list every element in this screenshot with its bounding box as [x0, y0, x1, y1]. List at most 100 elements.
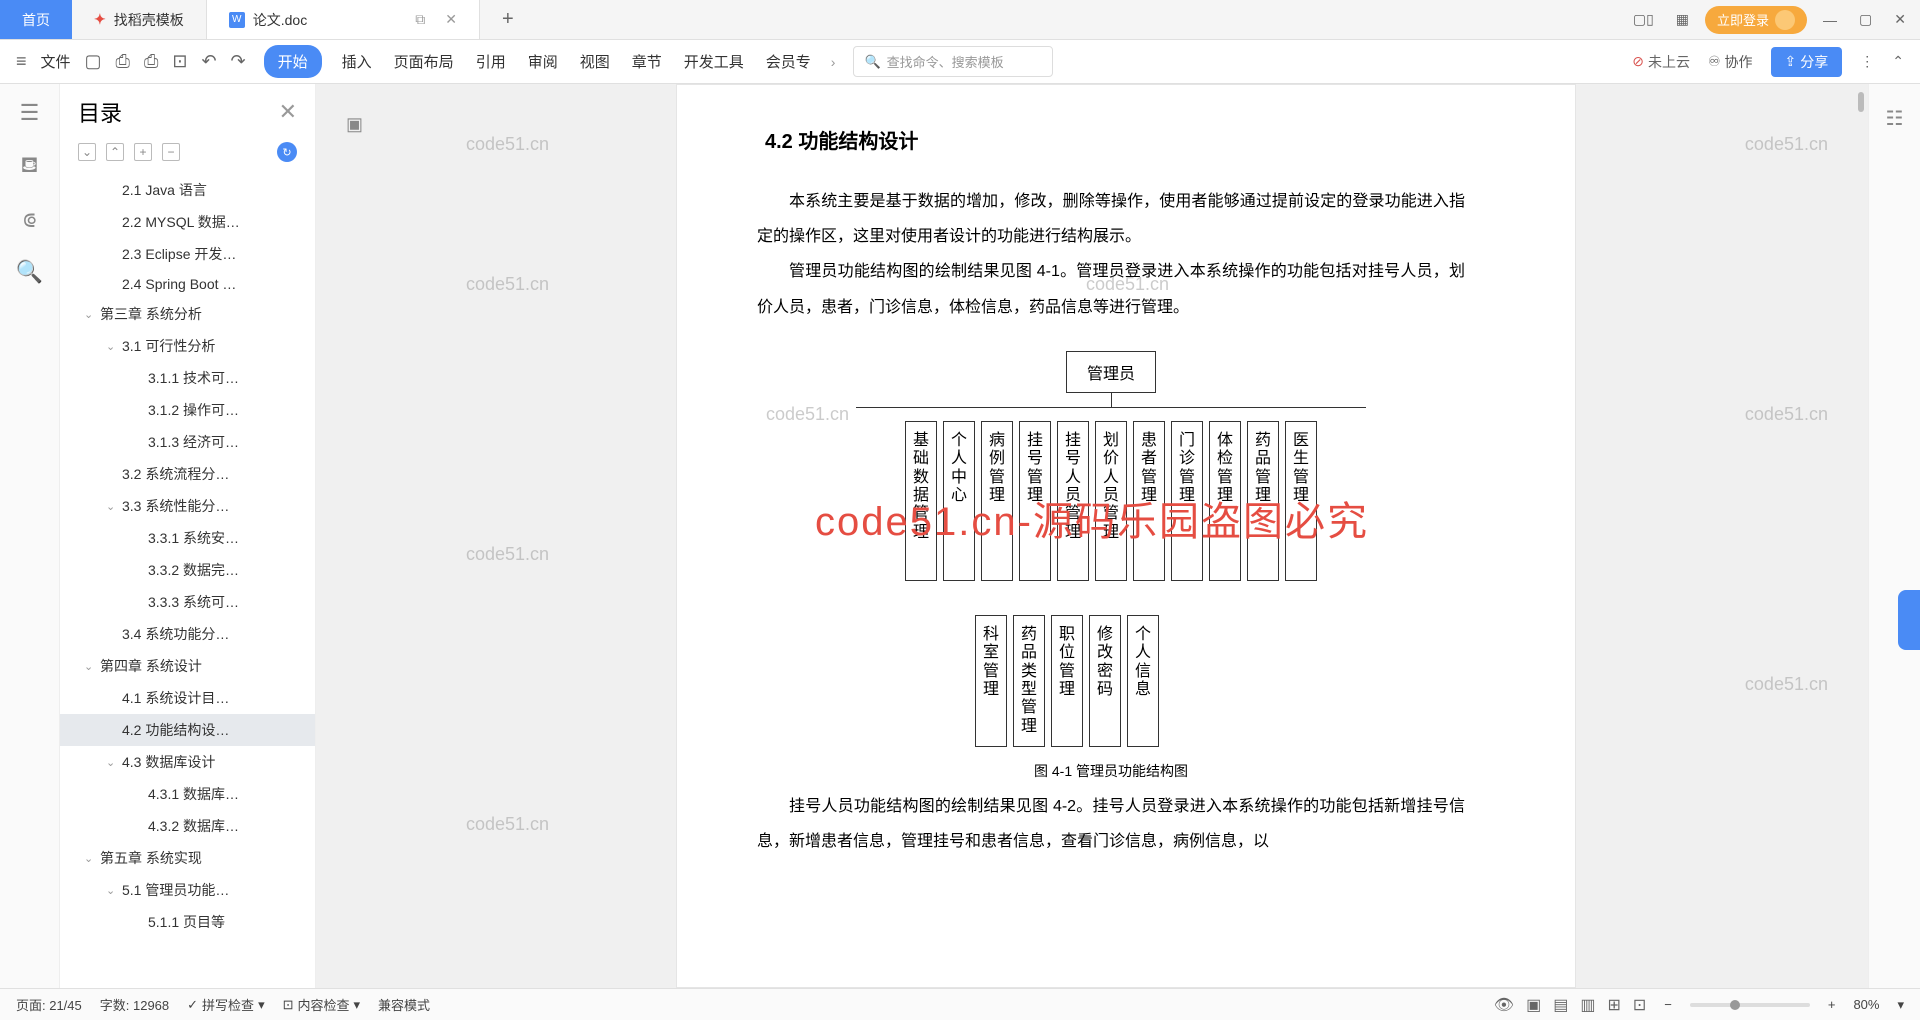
ribbon-tab-member[interactable]: 会员专	[764, 45, 813, 78]
view-print-icon[interactable]: ▤	[1553, 995, 1568, 1015]
flag-icon[interactable]: ⟃	[23, 207, 36, 233]
outline-item[interactable]: ⌄第五章 系统实现	[60, 842, 315, 874]
tab-template[interactable]: ✦ 找稻壳模板	[72, 0, 207, 39]
tab-document[interactable]: W 论文.doc ⧉ ✕	[207, 0, 480, 39]
outline-item[interactable]: ⌄3.3 系统性能分…	[60, 490, 315, 522]
zoom-slider[interactable]	[1690, 1003, 1810, 1007]
scroll-thumb[interactable]	[1858, 92, 1864, 112]
ribbon-tab-insert[interactable]: 插入	[340, 45, 374, 78]
outline-item[interactable]: 4.3.1 数据库…	[60, 778, 315, 810]
outline-item[interactable]: 3.1.1 技术可…	[60, 362, 315, 394]
tab-close-icon[interactable]: ✕	[445, 11, 457, 28]
outline-body[interactable]: 2.1 Java 语言2.2 MYSQL 数据…2.3 Eclipse 开发…2…	[60, 172, 315, 988]
tab-new[interactable]: +	[480, 0, 536, 39]
tab-label: 论文.doc	[253, 10, 307, 30]
add-node-icon[interactable]: +	[134, 143, 152, 161]
bookmark-icon[interactable]: ⛾	[21, 152, 39, 181]
outline-item[interactable]: 2.3 Eclipse 开发…	[60, 238, 315, 270]
outline-item[interactable]: 5.1.1 页目等	[60, 906, 315, 938]
share-button[interactable]: ⇪ 分享	[1771, 47, 1843, 77]
icon-sidebar: ☰ ⛾ ⟃ 🔍	[0, 84, 60, 988]
ribbon-tab-devtools[interactable]: 开发工具	[682, 45, 746, 78]
section-heading: 4.2 功能结构设计	[765, 125, 1465, 154]
search-input[interactable]: 🔍 查找命令、搜索模板	[853, 46, 1053, 77]
print-icon[interactable]: ⎙	[144, 51, 158, 72]
search-icon[interactable]: 🔍	[16, 259, 43, 285]
expand-all-icon[interactable]: ⌃	[106, 143, 124, 161]
chevron-right-icon[interactable]: ›	[831, 54, 836, 70]
apps-icon[interactable]: ▦	[1670, 5, 1695, 34]
settings-panel-icon[interactable]: ☷	[1886, 108, 1904, 130]
outline-item[interactable]: 4.2 功能结构设…	[60, 714, 315, 746]
ribbon-tab-chapter[interactable]: 章节	[630, 45, 664, 78]
outline-item[interactable]: 2.2 MYSQL 数据…	[60, 206, 315, 238]
zoom-dropdown-icon[interactable]: ▾	[1897, 997, 1904, 1013]
outline-item[interactable]: 2.1 Java 语言	[60, 174, 315, 206]
outline-view-icon[interactable]: ☰	[20, 100, 40, 126]
zoom-out-icon[interactable]: −	[1664, 997, 1672, 1012]
view-web-icon[interactable]: ▥	[1580, 995, 1595, 1015]
status-spellcheck[interactable]: ✓ 拼写检查 ▾	[187, 995, 264, 1014]
window-maximize-icon[interactable]: ▢	[1853, 5, 1878, 34]
status-words[interactable]: 字数: 12968	[100, 995, 169, 1014]
outline-item[interactable]: ⌄5.1 管理员功能…	[60, 874, 315, 906]
outline-item[interactable]: 3.2 系统流程分…	[60, 458, 315, 490]
org-leaf: 药品类型管理	[1013, 615, 1045, 747]
more-icon[interactable]: ⋮	[1860, 53, 1874, 70]
outline-item[interactable]: ⌄第三章 系统分析	[60, 298, 315, 330]
document-area[interactable]: ▣ 4.2 功能结构设计 本系统主要是基于数据的增加，修改，删除等操作，使用者能…	[316, 84, 1868, 988]
outline-item[interactable]: 4.3.2 数据库…	[60, 810, 315, 842]
panel-icon[interactable]: ▢▯	[1627, 5, 1660, 34]
outline-item[interactable]: ⌄4.3 数据库设计	[60, 746, 315, 778]
coop-button[interactable]: ♾ 协作	[1708, 52, 1753, 72]
new-icon[interactable]: ⎙	[116, 51, 130, 72]
status-content-check[interactable]: ⊡ 内容检查 ▾	[283, 995, 360, 1014]
sync-icon[interactable]: ↻	[277, 142, 297, 162]
vertical-scrollbar[interactable]	[1848, 84, 1868, 988]
view-read-icon[interactable]: ▣	[1526, 995, 1541, 1015]
outline-item[interactable]: 2.4 Spring Boot …	[60, 270, 315, 298]
outline-item[interactable]: ⌄第四章 系统设计	[60, 650, 315, 682]
collapse-all-icon[interactable]: ⌄	[78, 143, 96, 161]
outline-item[interactable]: 3.1.3 经济可…	[60, 426, 315, 458]
outline-item[interactable]: 3.3.3 系统可…	[60, 586, 315, 618]
outline-item[interactable]: ⌄3.1 可行性分析	[60, 330, 315, 362]
menu-icon[interactable]: ≡	[16, 51, 27, 72]
right-sidebar: ☷	[1868, 84, 1920, 988]
undo-icon[interactable]: ↶	[201, 51, 216, 72]
header-toggle-icon[interactable]: ▣	[346, 114, 363, 135]
status-compat[interactable]: 兼容模式	[378, 995, 430, 1014]
file-menu[interactable]: 文件	[41, 51, 71, 72]
outline-item[interactable]: 3.4 系统功能分…	[60, 618, 315, 650]
ribbon-tab-view[interactable]: 视图	[578, 45, 612, 78]
ribbon-tab-start[interactable]: 开始	[264, 45, 322, 78]
outline-item[interactable]: 3.3.1 系统安…	[60, 522, 315, 554]
view-fullscreen-icon[interactable]: ⊡	[1633, 995, 1646, 1015]
main: ☰ ⛾ ⟃ 🔍 目录 ✕ ⌄ ⌃ + − ↻ 2.1 Java 语言2.2 MY…	[0, 84, 1920, 988]
collapse-ribbon-icon[interactable]: ⌃	[1892, 53, 1904, 70]
view-outline-icon[interactable]: ⊞	[1607, 995, 1620, 1015]
feedback-tab[interactable]	[1898, 590, 1920, 650]
ribbon-tab-layout[interactable]: 页面布局	[392, 45, 456, 78]
save-icon[interactable]: ▢	[85, 51, 102, 72]
redo-icon[interactable]: ↷	[231, 51, 246, 72]
outline-item[interactable]: 3.1.2 操作可…	[60, 394, 315, 426]
outline-item[interactable]: 3.3.2 数据完…	[60, 554, 315, 586]
ribbon-tab-review[interactable]: 审阅	[526, 45, 560, 78]
remove-node-icon[interactable]: −	[162, 143, 180, 161]
outline-close-icon[interactable]: ✕	[279, 99, 297, 125]
tab-split-icon[interactable]: ⧉	[415, 11, 425, 28]
window-close-icon[interactable]: ✕	[1888, 5, 1912, 34]
tab-home[interactable]: 首页	[0, 0, 72, 39]
window-minimize-icon[interactable]: —	[1817, 6, 1843, 34]
status-page[interactable]: 页面: 21/45	[16, 995, 82, 1014]
cloud-status[interactable]: ⊘ 未上云	[1632, 52, 1690, 72]
outline-item[interactable]: 4.1 系统设计目…	[60, 682, 315, 714]
zoom-level[interactable]: 80%	[1853, 997, 1879, 1012]
preview-icon[interactable]: ⊡	[172, 51, 187, 72]
zoom-in-icon[interactable]: +	[1828, 997, 1836, 1012]
login-button[interactable]: 立即登录	[1705, 6, 1807, 34]
view-eye-icon[interactable]: 👁	[1494, 995, 1514, 1015]
org-leaf: 药品管理	[1247, 421, 1279, 581]
ribbon-tab-reference[interactable]: 引用	[474, 45, 508, 78]
